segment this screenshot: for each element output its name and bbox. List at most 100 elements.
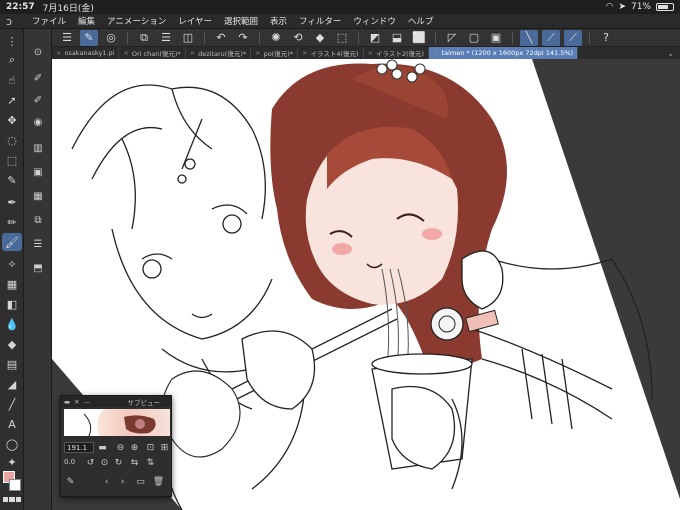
tab-illust2[interactable]: × イラスト2(復元) [364,47,430,59]
flip-horizontal-icon[interactable]: ⇆ [129,457,140,468]
crop-icon[interactable]: ◸ [443,30,461,46]
brush-tool-icon[interactable]: 🖌 [2,233,22,251]
blend-icon[interactable]: 💧 [2,315,22,333]
tab-po[interactable]: × po(復元)* [251,47,299,59]
selection-clear-icon[interactable]: ⬚ [333,30,351,46]
trash-icon[interactable]: 🗑 [153,476,164,487]
menu-file[interactable]: ファイル [26,15,72,27]
color-wheel-icon[interactable]: ◉ [28,113,48,131]
approx-color-icon[interactable]: ▦ [28,187,48,205]
pressure-icon[interactable]: ⟋ [564,29,582,46]
pen-icon[interactable]: ✒ [2,193,22,211]
lasso-icon[interactable]: ◌ [2,131,22,149]
menu-edit[interactable]: 編集 [72,15,101,27]
line-icon[interactable]: ╱ [2,395,22,413]
minimize-icon[interactable]: ▬ [64,398,70,406]
figure-icon[interactable]: ◢ [2,375,22,393]
quick-access-icon[interactable]: ✎ [80,29,98,46]
chevron-right-icon[interactable]: › [117,476,128,487]
menu-selection[interactable]: 選択範囲 [218,15,264,27]
move-tool-icon[interactable]: ☝ [2,71,22,89]
menu-help[interactable]: ヘルプ [402,15,440,27]
gradient-icon[interactable]: ▤ [2,355,22,373]
correction-icon[interactable]: ✦ [2,453,22,471]
close-icon[interactable]: ✕ [74,398,79,406]
tool-property-icon[interactable]: ✐ [28,69,48,87]
navigator-icon[interactable]: ⊙ [28,43,48,61]
color-set-icon[interactable]: ▥ [28,139,48,157]
pencil-icon[interactable]: ✏ [2,213,22,231]
rotate-left-icon[interactable]: ↺ [85,457,96,468]
menu-animation[interactable]: アニメーション [101,15,172,27]
fit-icon[interactable]: ⊡ [145,442,156,453]
rotation-value[interactable]: 0.0 [64,458,75,466]
loading-icon[interactable]: ✺ [267,30,285,46]
zoom-slider-icon[interactable]: ▬ [97,442,108,453]
zoom-value[interactable]: 191.1 [64,442,94,453]
zoom-in-icon[interactable]: ⊕ [129,442,140,453]
zoom-tool-icon[interactable]: ⌕ [2,51,22,69]
fill-icon[interactable]: ◆ [311,30,329,46]
menu-view[interactable]: 表示 [264,15,293,27]
rotate-icon[interactable]: ⟲ [289,30,307,46]
close-icon[interactable]: × [302,49,307,57]
close-icon[interactable]: × [190,49,195,57]
zoom-out-icon[interactable]: ⊖ [115,442,126,453]
app-logo-icon[interactable]: ↄ [6,15,20,28]
menu-window[interactable]: ウィンドウ [347,15,402,27]
navigator-icon[interactable]: ◫ [179,30,197,46]
menu-filter[interactable]: フィルター [293,15,347,27]
fill-icon[interactable]: ◆ [2,335,22,353]
eraser-icon[interactable]: ◧ [2,295,22,313]
folder-icon[interactable]: ▭ [135,476,146,487]
airbrush-icon[interactable]: ✧ [2,255,22,273]
subview-header[interactable]: ▬ ✕ — サブビュー [61,396,171,407]
layer-palette-icon[interactable]: ⧉ [135,30,153,46]
close-icon[interactable]: × [255,49,260,57]
close-icon[interactable]: × [433,49,438,57]
material-icon[interactable]: ⬒ [28,259,48,277]
close-icon[interactable]: × [368,49,373,57]
help-icon[interactable]: ? [597,30,615,46]
tab-taimen[interactable]: × taimen * (1200 x 1600px 72dpi 141.5%) [429,47,579,59]
sub-color-swatch[interactable] [9,479,21,491]
ruler-icon[interactable]: ◩ [366,30,384,46]
eyedropper-icon[interactable]: ✎ [65,476,76,487]
layer-property-icon[interactable]: ☰ [157,30,175,46]
drag-handle-icon[interactable]: ⋮ [2,32,22,50]
chevron-down-icon[interactable]: ⌄ [661,47,680,59]
selection-icon[interactable]: ⬚ [2,151,22,169]
move-layer-icon[interactable]: ✥ [2,111,22,129]
color-settings-icon[interactable]: ◎ [102,30,120,46]
brush-size-icon[interactable]: ✐ [28,91,48,109]
tab-ori-chan[interactable]: × Ori chan(復元)* [119,47,186,59]
intermediate-color-icon[interactable]: ▣ [28,163,48,181]
menu-layer[interactable]: レイヤー [172,15,218,27]
flip-vertical-icon[interactable]: ⇅ [145,457,156,468]
transform-icon[interactable]: ⬓ [388,30,406,46]
menu-toggle-icon[interactable]: ☰ [58,30,76,46]
transparent-swatches[interactable] [3,497,21,502]
vector-snap-icon[interactable]: ╲ [520,29,538,46]
layer-property-icon[interactable]: ⧉ [28,211,48,229]
rotate-reset-icon[interactable]: ⊙ [99,457,110,468]
layer-edit-icon[interactable]: ⬜ [410,30,428,46]
clear-icon[interactable]: ▢ [465,30,483,46]
close-icon[interactable]: × [56,49,61,57]
text-tool-icon[interactable]: A [2,415,22,433]
decoration-icon[interactable]: ▦ [2,275,22,293]
undo-icon[interactable]: ↶ [212,30,230,46]
tab-dezitaru[interactable]: × dezitaru(復元)* [186,47,252,59]
operation-tool-icon[interactable]: ➚ [2,91,22,109]
actual-size-icon[interactable]: ⊞ [159,442,170,453]
redo-icon[interactable]: ↷ [234,30,252,46]
balloon-icon[interactable]: ◯ [2,435,22,453]
layers-icon[interactable]: ☰ [28,235,48,253]
tab-illust4[interactable]: × イラスト4(復元) [298,47,364,59]
stabilizer-icon[interactable]: ⟋ [542,29,560,46]
close-icon[interactable]: × [123,49,128,57]
collapse-icon[interactable]: — [84,398,91,406]
rotate-right-icon[interactable]: ↻ [113,457,124,468]
subview-preview[interactable] [64,409,170,436]
chevron-left-icon[interactable]: ‹ [101,476,112,487]
